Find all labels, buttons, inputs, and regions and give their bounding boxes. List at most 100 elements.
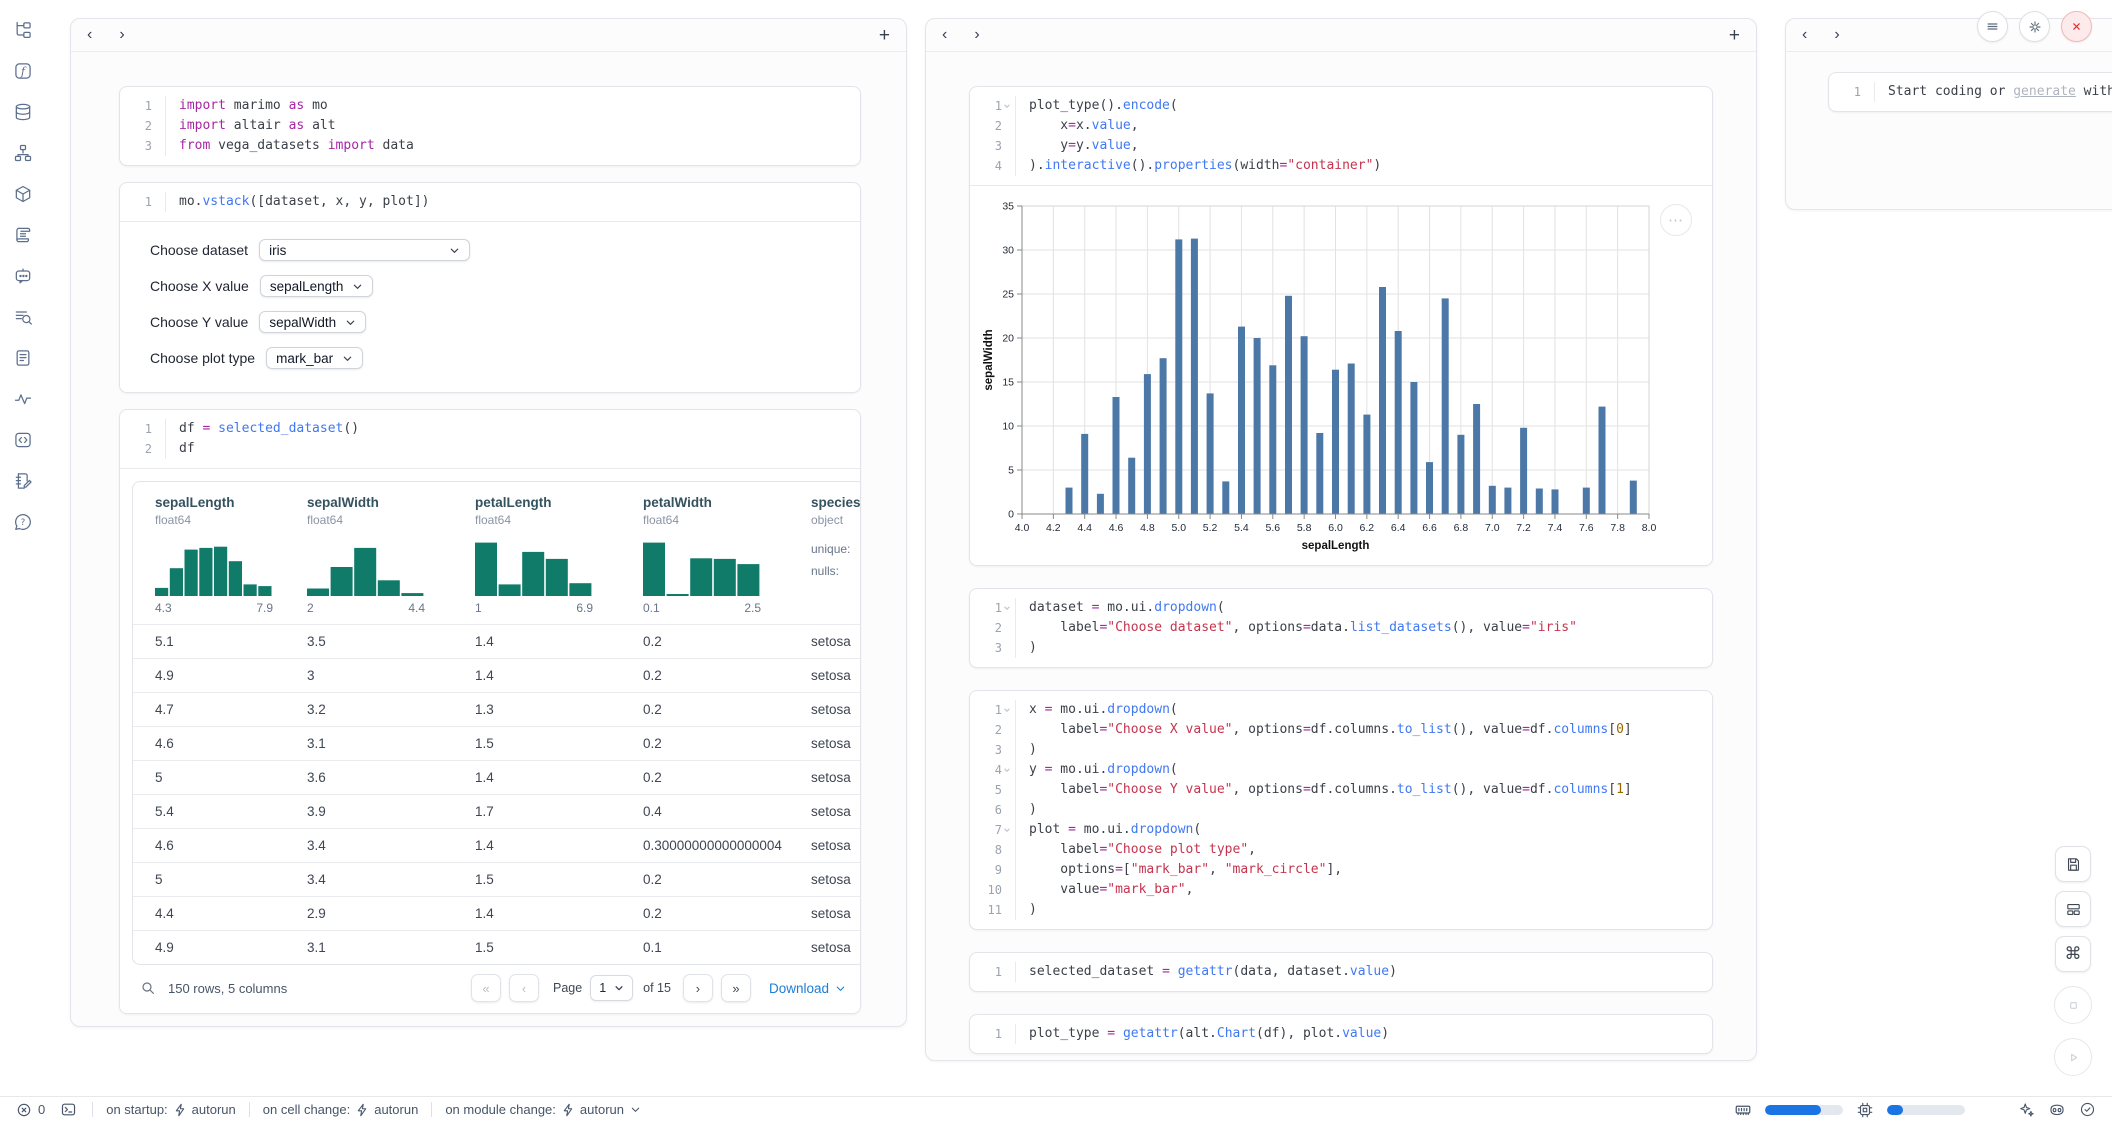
code-line[interactable]: ).interactive().properties(width="contai…: [1016, 156, 1381, 176]
sidebar-item-function[interactable]: f: [9, 57, 37, 85]
sidebar-item-chatbot[interactable]: [9, 262, 37, 290]
add-cell-icon[interactable]: +: [1729, 26, 1740, 45]
cell-empty[interactable]: 1 Start coding or generate with AI: [1828, 72, 2112, 112]
stop-button[interactable]: [2054, 986, 2092, 1024]
code-line[interactable]: ): [1016, 638, 1037, 658]
search-icon[interactable]: [140, 980, 156, 996]
code-line[interactable]: label="Choose Y value", options=df.colum…: [1016, 780, 1632, 800]
connection-status-icon[interactable]: [2079, 1101, 2096, 1118]
bar-chart[interactable]: 4.04.24.44.64.85.05.25.45.65.86.06.26.46…: [980, 196, 1712, 561]
sidebar-item-database[interactable]: [9, 98, 37, 126]
save-button[interactable]: [2055, 846, 2091, 882]
panel-next-icon[interactable]: ›: [1834, 27, 1839, 43]
next-page-button[interactable]: ›: [683, 974, 713, 1002]
code-line[interactable]: from vega_datasets import data: [166, 136, 414, 156]
fold-icon[interactable]: [1003, 706, 1011, 714]
table-row[interactable]: 4.73.21.30.2setosa: [133, 692, 861, 726]
code-editor[interactable]: 1import marimo as mo2import altair as al…: [120, 87, 860, 165]
code-line[interactable]: x=x.value,: [1016, 116, 1139, 136]
layout-button[interactable]: [2055, 891, 2091, 927]
table-row[interactable]: 4.63.11.50.2setosa: [133, 726, 861, 760]
cell-vstack[interactable]: 1mo.vstack([dataset, x, y, plot]) Choose…: [119, 182, 861, 393]
table-row[interactable]: 4.931.40.2setosa: [133, 658, 861, 692]
code-editor[interactable]: 1plot_type = getattr(alt.Chart(df), plot…: [970, 1015, 1712, 1053]
error-count[interactable]: 0: [16, 1102, 45, 1118]
sidebar-item-file-tree[interactable]: [9, 16, 37, 44]
code-editor[interactable]: 1mo.vstack([dataset, x, y, plot]): [120, 183, 860, 221]
code-placeholder[interactable]: Start coding or generate with AI: [1875, 82, 2112, 102]
dropdown-choose-y-value[interactable]: sepalWidth: [259, 311, 366, 333]
fold-icon[interactable]: [1003, 766, 1011, 774]
code-line[interactable]: ): [1016, 800, 1037, 820]
panel-next-icon[interactable]: ›: [974, 27, 979, 43]
code-line[interactable]: x = mo.ui.dropdown(: [1016, 700, 1178, 720]
cell-imports[interactable]: 1import marimo as mo2import altair as al…: [119, 86, 861, 166]
sidebar-item-package[interactable]: [9, 180, 37, 208]
last-page-button[interactable]: »: [721, 974, 751, 1002]
cell-xy-dropdowns[interactable]: 1x = mo.ui.dropdown(2 label="Choose X va…: [969, 690, 1713, 930]
code-line[interactable]: value="mark_bar",: [1016, 880, 1193, 900]
code-line[interactable]: label="Choose dataset", options=data.lis…: [1016, 618, 1577, 638]
code-line[interactable]: df = selected_dataset(): [166, 419, 359, 439]
fold-icon[interactable]: [1003, 102, 1011, 110]
terminal-button[interactable]: [60, 1101, 77, 1118]
table-row[interactable]: 53.61.40.2setosa: [133, 760, 861, 794]
sidebar-item-code-snippet[interactable]: [9, 426, 37, 454]
prev-page-button[interactable]: ‹: [509, 974, 539, 1002]
code-editor[interactable]: 1x = mo.ui.dropdown(2 label="Choose X va…: [970, 691, 1712, 929]
code-line[interactable]: ): [1016, 740, 1037, 760]
code-editor[interactable]: 1dataset = mo.ui.dropdown(2 label="Choos…: [970, 589, 1712, 667]
settings-button[interactable]: [2019, 11, 2050, 42]
runtime-setting-3[interactable]: on module change:autorun: [445, 1102, 641, 1117]
cell-dataframe[interactable]: 1df = selected_dataset()2df sepalLengthf…: [119, 409, 861, 1014]
column-header-petalWidth[interactable]: petalWidthfloat640.12.5: [643, 495, 811, 615]
table-row[interactable]: 4.42.91.40.2setosa: [133, 896, 861, 930]
code-line[interactable]: options=["mark_bar", "mark_circle"],: [1016, 860, 1342, 880]
table-row[interactable]: 4.93.11.50.1setosa: [133, 930, 861, 964]
code-line[interactable]: import marimo as mo: [166, 96, 328, 116]
panel-prev-icon[interactable]: ‹: [87, 27, 92, 43]
column-header-species[interactable]: speciesobjectunique:nulls:: [811, 495, 861, 615]
code-line[interactable]: y=y.value,: [1016, 136, 1139, 156]
code-line[interactable]: dataset = mo.ui.dropdown(: [1016, 598, 1225, 618]
code-line[interactable]: import altair as alt: [166, 116, 336, 136]
code-editor[interactable]: 1selected_dataset = getattr(data, datase…: [970, 953, 1712, 991]
code-line[interactable]: label="Choose plot type",: [1016, 840, 1256, 860]
sidebar-item-notebook[interactable]: [9, 467, 37, 495]
column-header-sepalWidth[interactable]: sepalWidthfloat6424.4: [307, 495, 475, 615]
table-row[interactable]: 4.63.41.40.30000000000000004setosa: [133, 828, 861, 862]
download-button[interactable]: Download: [769, 981, 846, 996]
column-histogram[interactable]: [475, 538, 593, 596]
code-line[interactable]: ): [1016, 900, 1037, 920]
first-page-button[interactable]: «: [471, 974, 501, 1002]
add-cell-icon[interactable]: +: [879, 26, 890, 45]
runtime-setting-1[interactable]: on startup:autorun: [106, 1102, 236, 1117]
code-line[interactable]: df: [166, 439, 195, 459]
dropdown-choose-x-value[interactable]: sepalLength: [260, 275, 374, 297]
run-button[interactable]: [2054, 1038, 2092, 1076]
sidebar-item-graph[interactable]: [9, 139, 37, 167]
code-line[interactable]: label="Choose X value", options=df.colum…: [1016, 720, 1632, 740]
table-row[interactable]: 5.43.91.70.4setosa: [133, 794, 861, 828]
panel-next-icon[interactable]: ›: [119, 27, 124, 43]
dropdown-choose-dataset[interactable]: iris: [259, 239, 470, 261]
sidebar-item-search-list[interactable]: [9, 303, 37, 331]
code-editor[interactable]: 1df = selected_dataset()2df: [120, 410, 860, 468]
panel-prev-icon[interactable]: ‹: [1802, 27, 1807, 43]
sparkles-icon[interactable]: [2017, 1101, 2035, 1119]
code-line[interactable]: mo.vstack([dataset, x, y, plot]): [166, 192, 429, 212]
column-header-petalLength[interactable]: petalLengthfloat6416.9: [475, 495, 643, 615]
column-histogram[interactable]: [643, 538, 761, 596]
code-line[interactable]: selected_dataset = getattr(data, dataset…: [1016, 962, 1397, 982]
column-header-sepalLength[interactable]: sepalLengthfloat644.37.9: [155, 495, 307, 615]
code-line[interactable]: plot_type = getattr(alt.Chart(df), plot.…: [1016, 1024, 1389, 1044]
code-line[interactable]: y = mo.ui.dropdown(: [1016, 760, 1178, 780]
cell-plot[interactable]: 1plot_type().encode(2 x=x.value,3 y=y.va…: [969, 86, 1713, 566]
close-button[interactable]: [2061, 11, 2092, 42]
menu-button[interactable]: [1977, 11, 2008, 42]
page-select[interactable]: 1: [590, 975, 633, 1001]
cell-selected-dataset[interactable]: 1selected_dataset = getattr(data, datase…: [969, 952, 1713, 992]
cell-dataset-dropdown[interactable]: 1dataset = mo.ui.dropdown(2 label="Choos…: [969, 588, 1713, 668]
runtime-setting-2[interactable]: on cell change:autorun: [263, 1102, 419, 1117]
code-editor[interactable]: 1plot_type().encode(2 x=x.value,3 y=y.va…: [970, 87, 1712, 185]
